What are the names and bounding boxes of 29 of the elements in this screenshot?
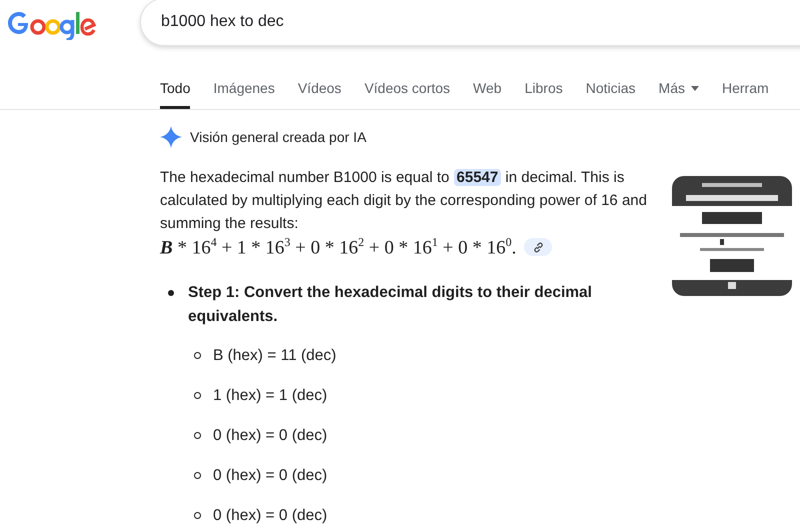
google-logo[interactable]: [6, 10, 96, 40]
tab[interactable]: Vídeos: [298, 72, 342, 109]
tab[interactable]: Más: [658, 72, 699, 109]
link-button[interactable]: [524, 238, 552, 256]
step-title: Step 1: Convert the hexadecimal digits to their decimal equivalents.: [188, 283, 593, 328]
tab[interactable]: Web: [473, 72, 502, 109]
bullet-icon: [194, 472, 201, 480]
math-formula: B * 16$^{4}$ + 1 * 16$^{3}$ + 0 * 16$^{2}$ + 0 * 16$^{1}$ + 0 * 16$^{0}$.: [160, 235, 516, 260]
bullet-icon: [194, 392, 201, 400]
step-item: 1 (hex) = 1 (dec): [213, 386, 328, 405]
search-field[interactable]: b1000 hex to dec: [140, 0, 800, 46]
step-item: B (hex) = 11 (dec): [213, 346, 336, 365]
bullet-icon: [194, 512, 201, 520]
tab[interactable]: Imágenes: [213, 72, 275, 109]
bullet-icon: [168, 290, 174, 296]
overview-text: The hexadecimal number B1000 is equal to 65547 in decimal. This is calculated by multiplying each digit by the corresponding power of 16 and summing the results:: [160, 168, 648, 234]
tab[interactable]: Herram: [722, 72, 769, 109]
step-item: 0 (hex) = 0 (dec): [213, 506, 328, 525]
overview-title: Visión general creada por IA: [190, 129, 366, 145]
step-item: 0 (hex) = 0 (dec): [213, 426, 328, 445]
bullet-icon: [194, 432, 201, 440]
tab[interactable]: Noticias: [586, 72, 636, 109]
tab[interactable]: Todo: [160, 72, 190, 109]
step-item: 0 (hex) = 0 (dec): [213, 466, 328, 485]
sparkle-icon: [160, 126, 182, 148]
bullet-icon: [194, 352, 201, 360]
tab[interactable]: Vídeos cortos: [364, 72, 450, 109]
tab[interactable]: Libros: [524, 72, 563, 109]
link-icon: [532, 242, 544, 253]
